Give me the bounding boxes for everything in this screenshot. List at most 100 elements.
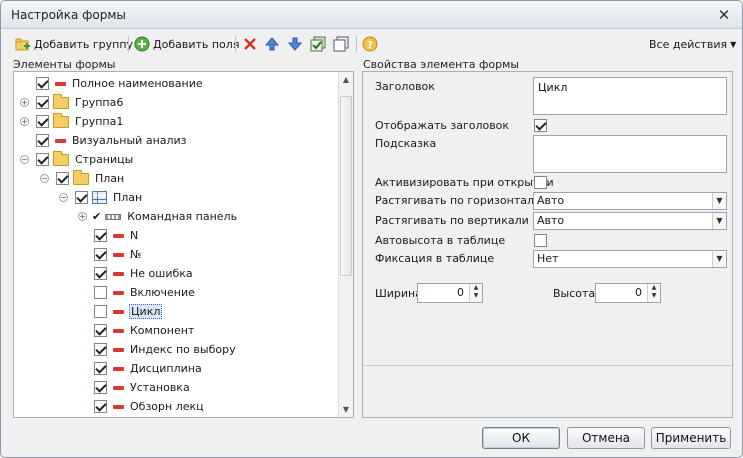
field-dash-icon [113, 233, 124, 238]
tree-item-checkbox[interactable] [94, 305, 107, 318]
tree-item[interactable]: − Страницы [20, 150, 133, 169]
chevron-down-icon[interactable]: ▼ [712, 213, 726, 229]
height-value: 0 [635, 286, 642, 299]
activate-checkbox[interactable] [534, 176, 547, 189]
fix-select[interactable]: Нет ▼ [533, 250, 727, 268]
tree-item-checkbox[interactable] [94, 248, 107, 261]
scroll-thumb[interactable] [340, 96, 352, 276]
tree-item[interactable]: − План [40, 169, 124, 188]
chevron-up-icon: ▲ [342, 75, 350, 84]
tree-item[interactable]: Визуальный анализ [36, 131, 187, 150]
height-spin[interactable]: 0 ▲ ▼ [595, 283, 661, 303]
add-group-button[interactable]: Добавить группу [15, 35, 133, 53]
tree-item[interactable]: Компонент [94, 321, 194, 340]
form-settings-window: Настройка формы ✕ Добавить группу Добави… [0, 0, 743, 458]
expand-plus-icon[interactable]: + [78, 212, 87, 221]
tree-item-checkbox[interactable] [94, 267, 107, 280]
stretch-horizontal-value: Авто [537, 194, 565, 207]
expand-plus-icon[interactable]: + [20, 117, 29, 126]
tree-item-checkbox[interactable] [56, 172, 69, 185]
help-button[interactable]: ? [362, 35, 378, 53]
ok-button[interactable]: ОК [482, 427, 560, 449]
cancel-button[interactable]: Отмена [567, 427, 645, 449]
tree-item-label: Обзорн лекц [130, 400, 204, 413]
tree-scrollbar[interactable]: ▲ ▼ [338, 72, 353, 417]
spin-arrows-icon[interactable]: ▲ ▼ [469, 284, 482, 302]
field-dash-icon [113, 385, 124, 390]
all-actions-label: Все действия [649, 37, 728, 51]
scroll-down-button[interactable]: ▼ [339, 402, 353, 417]
width-spin[interactable]: 0 ▲ ▼ [417, 283, 483, 303]
tree-item[interactable]: Не ошибка [94, 264, 193, 283]
tree-item[interactable]: Установка [94, 378, 190, 397]
title-bar[interactable]: Настройка формы ✕ [1, 1, 742, 29]
fix-label: Фиксация в таблице [375, 252, 495, 265]
delete-icon [244, 38, 256, 50]
tree-item[interactable]: Дисциплина [94, 359, 202, 378]
collapse-minus-icon[interactable]: − [40, 174, 49, 183]
form-elements-tree[interactable]: Полное наименование + Группа6 + Группа1 … [13, 71, 354, 418]
autoheight-checkbox[interactable] [534, 234, 547, 247]
stretch-horizontal-select[interactable]: Авто ▼ [533, 192, 727, 210]
chevron-down-icon[interactable]: ▼ [712, 251, 726, 267]
tree-item[interactable]: − План [59, 188, 142, 207]
spin-arrows-icon[interactable]: ▲ ▼ [647, 284, 660, 302]
tree-item-checkbox[interactable] [36, 96, 49, 109]
apply-button[interactable]: Применить [651, 427, 731, 449]
delete-button[interactable] [242, 35, 258, 53]
tree-item-checkbox[interactable] [36, 115, 49, 128]
move-up-button[interactable] [264, 35, 280, 53]
tree-item[interactable]: Индекс по выбору [94, 340, 236, 359]
tree-item-checkbox[interactable] [36, 77, 49, 90]
expand-plus-icon[interactable]: + [20, 98, 29, 107]
tree-item[interactable]: Полное наименование [36, 74, 203, 93]
folder-icon [73, 169, 89, 185]
tree-item-label: Группа1 [75, 115, 124, 128]
tree-item[interactable]: + ✔ Командная панель [78, 207, 237, 226]
add-fields-button[interactable]: Добавить поля [134, 35, 239, 53]
tree-item-checkbox[interactable] [94, 324, 107, 337]
tree-item-checkbox[interactable] [94, 400, 107, 413]
tree-item[interactable]: N [94, 226, 138, 245]
tree-item-checkbox[interactable] [94, 286, 107, 299]
tree-item[interactable]: Включение [94, 283, 195, 302]
tree-item-checkbox[interactable] [94, 343, 107, 356]
tree-item-checkbox[interactable] [94, 381, 107, 394]
toolbar-separator [128, 36, 129, 52]
show-header-checkbox[interactable] [534, 119, 547, 132]
move-down-button[interactable] [287, 35, 303, 53]
uncheck-all-button[interactable] [333, 35, 349, 53]
close-button[interactable]: ✕ [716, 7, 732, 23]
tree-item-label: Командная панель [127, 210, 238, 223]
tree-item-checkbox[interactable] [75, 191, 88, 204]
check-all-button[interactable] [310, 35, 326, 53]
tree-item[interactable]: Обзорн лекц [94, 397, 204, 416]
tree-item-label: Не ошибка [130, 267, 193, 280]
show-header-label: Отображать заголовок [375, 119, 510, 132]
hint-field[interactable] [533, 135, 727, 173]
tree-item-label: Установка [130, 381, 190, 394]
header-field[interactable]: Цикл [533, 77, 727, 115]
window-title: Настройка формы [11, 8, 126, 22]
tree-item-checkbox[interactable] [36, 134, 49, 147]
stretch-vertical-value: Авто [537, 214, 565, 227]
tree-item[interactable]: № [94, 245, 141, 264]
tree-item-checkbox[interactable] [94, 229, 107, 242]
stretch-vertical-select[interactable]: Авто ▼ [533, 212, 727, 230]
autoheight-label: Автовысота в таблице [375, 234, 506, 247]
tree-item-label: Индекс по выбору [130, 343, 236, 356]
tree-item-label: План [95, 172, 125, 185]
chevron-down-icon[interactable]: ▼ [712, 193, 726, 209]
close-icon: ✕ [717, 6, 731, 24]
header-label: Заголовок [375, 80, 435, 93]
all-actions-menu[interactable]: Все действия ▼ [649, 35, 736, 53]
scroll-up-button[interactable]: ▲ [339, 72, 353, 87]
tree-item-label: План [113, 191, 143, 204]
collapse-minus-icon[interactable]: − [59, 193, 68, 202]
collapse-minus-icon[interactable]: − [20, 155, 29, 164]
tree-item[interactable]: + Группа6 [20, 93, 123, 112]
tree-item-checkbox[interactable] [94, 362, 107, 375]
tree-item-checkbox[interactable] [36, 153, 49, 166]
tree-item-selected[interactable]: Цикл [94, 302, 163, 321]
tree-item[interactable]: + Группа1 [20, 112, 123, 131]
